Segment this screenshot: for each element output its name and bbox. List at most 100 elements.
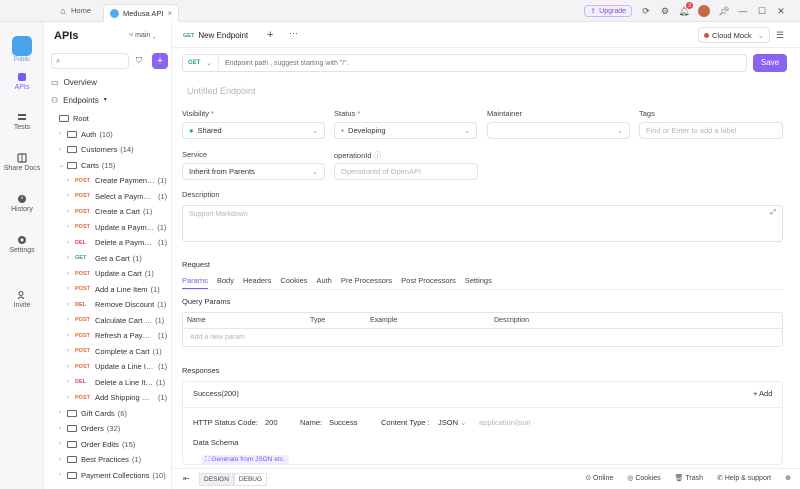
folder-item[interactable]: › Gift Cards (6): [45, 406, 172, 422]
visibility-select[interactable]: ● Shared ⌄: [182, 122, 325, 139]
content-type-select[interactable]: JSON ⌄: [438, 418, 466, 427]
endpoint-item[interactable]: › POST Create Paymen… (1): [45, 173, 172, 189]
new-tab-icon[interactable]: +: [267, 29, 273, 41]
endpoint-item[interactable]: › DEL Delete a Payme… (1): [45, 235, 172, 251]
folder-item[interactable]: › Payment Collections (10): [45, 468, 172, 484]
root-folder[interactable]: Root: [45, 111, 172, 127]
upgrade-button[interactable]: ⇪ Upgrade: [584, 5, 632, 17]
request-tab[interactable]: Body: [217, 276, 234, 289]
globe-icon: ●: [189, 126, 194, 135]
endpoint-item[interactable]: › POST Update a Paym… (1): [45, 220, 172, 236]
environment-select[interactable]: Cloud Mock ⌄: [698, 27, 770, 43]
overview-item[interactable]: ▭ Overview: [51, 78, 97, 87]
endpoint-item[interactable]: › POST Create a Cart (1): [45, 204, 172, 220]
operationid-input[interactable]: OperationId of OpenAPI: [334, 163, 478, 180]
expand-icon[interactable]: ⤢: [770, 209, 776, 217]
add-button[interactable]: +: [152, 53, 168, 69]
endpoint-item[interactable]: › POST Add a Line Item (1): [45, 282, 172, 298]
close-window-icon[interactable]: ✕: [776, 6, 786, 16]
description-input[interactable]: Support Markdown ⤢: [182, 205, 783, 242]
request-tab[interactable]: Params: [182, 276, 208, 289]
service-select[interactable]: Inherit from Parents ⌄: [182, 163, 325, 180]
avatar[interactable]: [698, 5, 710, 17]
column-name: Name: [187, 317, 206, 324]
folder-item[interactable]: › Order Edits (15): [45, 437, 172, 453]
endpoint-name: Delete a Payme…: [95, 238, 155, 248]
more-icon[interactable]: ···: [289, 28, 298, 38]
maintainer-select[interactable]: ⌄: [487, 122, 630, 139]
rail-history[interactable]: History: [0, 194, 44, 213]
rail-share-docs[interactable]: Share Docs: [0, 153, 44, 172]
filter-icon[interactable]: ⛉: [136, 56, 142, 66]
bell-icon[interactable]: 🔔︎ 3: [678, 2, 693, 16]
folder-item[interactable]: › Customers (14): [45, 142, 172, 158]
folder-item[interactable]: › Auth (10): [45, 127, 172, 143]
endpoint-item[interactable]: › POST Refresh a Paym… (1): [45, 328, 172, 344]
collapse-sidebar-icon[interactable]: ⇤: [183, 474, 190, 483]
endpoint-item[interactable]: › POST Update a Cart (1): [45, 266, 172, 282]
request-tab[interactable]: Cookies: [280, 276, 307, 289]
minimize-icon[interactable]: —: [738, 6, 748, 16]
endpoint-item[interactable]: › GET Get a Cart (1): [45, 251, 172, 267]
folder-icon: [67, 409, 77, 417]
save-button[interactable]: Save: [753, 54, 787, 72]
tab-new-endpoint[interactable]: GET New Endpoint: [183, 31, 248, 40]
rail-invite[interactable]: Invite: [0, 290, 44, 309]
request-tab[interactable]: Headers: [243, 276, 271, 289]
tab-method: GET: [183, 32, 195, 39]
generate-from-json-button[interactable]: ⛶ Generate from JSON etc.: [201, 455, 289, 465]
response-tab-success[interactable]: Success(200): [193, 389, 239, 398]
folder-item[interactable]: › Best Practices (1): [45, 452, 172, 468]
cookies-button[interactable]: ◎ Cookies: [627, 474, 660, 482]
name-input[interactable]: Success: [329, 418, 357, 427]
trash-button[interactable]: 🗑︎ Trash: [675, 474, 703, 482]
add-param-input[interactable]: Add a new param: [190, 334, 245, 341]
rail-settings[interactable]: Settings: [0, 235, 44, 254]
request-tab[interactable]: Auth: [316, 276, 331, 289]
endpoint-count: (1): [144, 269, 154, 279]
chevron-right-icon: ›: [59, 410, 61, 417]
project-avatar-icon[interactable]: [12, 36, 32, 56]
endpoint-title-input[interactable]: Untitled Endpoint: [187, 86, 256, 96]
home-tab[interactable]: ⌂ Home: [58, 6, 91, 16]
folder-item[interactable]: › Orders (32): [45, 421, 172, 437]
generate-label: Generate from JSON etc.: [211, 456, 285, 463]
gear-icon[interactable]: ⚙: [660, 6, 670, 16]
method-select[interactable]: GET ⌄: [183, 55, 219, 71]
rail-apis[interactable]: APIs: [0, 72, 44, 91]
http-status-input[interactable]: 200: [265, 418, 278, 427]
request-tab[interactable]: Settings: [465, 276, 492, 289]
design-mode-button[interactable]: DESIGN: [199, 473, 234, 486]
endpoint-item[interactable]: › POST Add Shipping M… (1): [45, 390, 172, 406]
endpoint-item[interactable]: › DEL Remove Discount (1): [45, 297, 172, 313]
folder-item[interactable]: ⌄ Carts (15): [45, 158, 172, 174]
request-tab[interactable]: Pre Processors: [341, 276, 392, 289]
add-response-button[interactable]: + Add: [753, 389, 772, 398]
endpoint-item[interactable]: › DEL Delete a Line It… (1): [45, 375, 172, 391]
name-label: Name:: [300, 418, 323, 427]
endpoint-path-input[interactable]: [219, 59, 746, 67]
help-button[interactable]: ✆ Help & support: [717, 474, 771, 482]
refresh-icon[interactable]: ⟳: [641, 6, 651, 16]
online-status[interactable]: ⊙ Online: [585, 474, 613, 482]
endpoint-item[interactable]: › POST Select a Payme… (1): [45, 189, 172, 205]
status-select[interactable]: ● Developing ⌄: [334, 122, 477, 139]
endpoints-item[interactable]: ⚇ Endpoints ▾: [51, 96, 107, 105]
rail-tests[interactable]: Tests: [0, 112, 44, 131]
search-input[interactable]: ⌕: [51, 53, 129, 69]
more-options-icon[interactable]: ⊕: [785, 474, 791, 482]
request-tab[interactable]: Post Processors: [401, 276, 456, 289]
endpoint-item[interactable]: › POST Update a Line It… (1): [45, 359, 172, 375]
home-label: Home: [71, 6, 92, 15]
close-tab-icon[interactable]: ×: [167, 9, 172, 18]
endpoint-item[interactable]: › POST Calculate Cart … (1): [45, 313, 172, 329]
branch-selector[interactable]: ⑂ main ⌄: [129, 32, 157, 39]
debug-mode-button[interactable]: DEBUG: [233, 473, 268, 486]
menu-icon[interactable]: ☰: [776, 30, 784, 41]
maximize-icon[interactable]: ☐: [757, 6, 767, 16]
tags-input[interactable]: Find or Enter to add a label: [639, 122, 783, 139]
project-tab[interactable]: Medusa API ×: [103, 3, 180, 22]
endpoint-item[interactable]: › POST Complete a Cart (1): [45, 344, 172, 360]
pin-icon[interactable]: 📌︎: [718, 6, 729, 16]
folder-icon: [67, 440, 77, 448]
